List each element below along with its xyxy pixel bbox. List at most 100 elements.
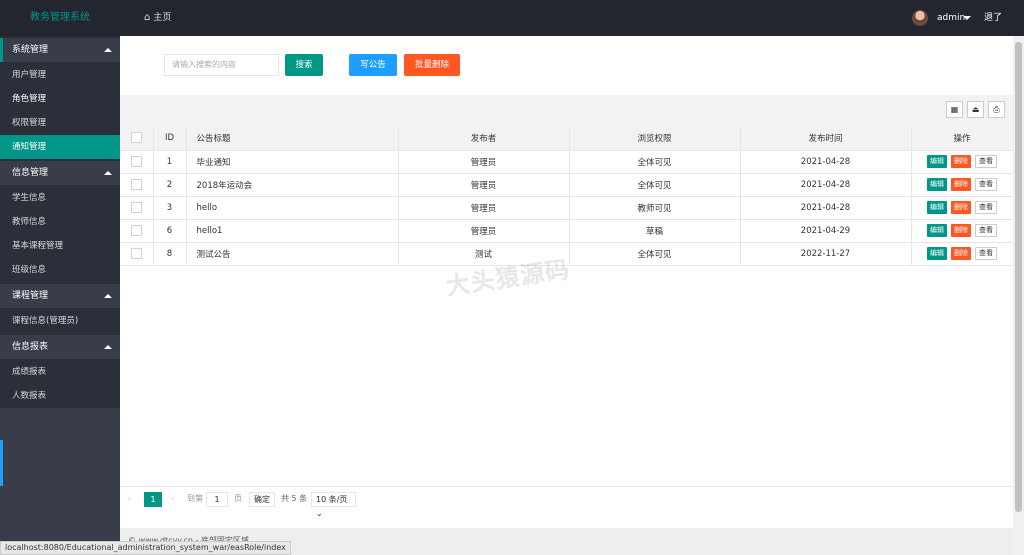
- row-checkbox[interactable]: [130, 248, 142, 259]
- sidebar-group-reports[interactable]: 信息报表: [0, 335, 120, 359]
- table-row[interactable]: 6 hello1 管理员 草稿 2021-04-29 编辑 删除 查看: [120, 219, 1014, 243]
- cell-time: 2021-04-28: [740, 173, 912, 197]
- cell-actions: 编辑 删除 查看: [911, 150, 1014, 174]
- cell-publisher: 管理员: [398, 150, 570, 174]
- app-title[interactable]: 教务管理系统: [0, 0, 120, 36]
- sidebar-item-student-info[interactable]: 学生信息: [0, 186, 120, 210]
- edit-button[interactable]: 编辑: [927, 155, 947, 168]
- chevron-up-icon: [104, 345, 112, 349]
- cell-permission: 草稿: [569, 219, 741, 243]
- cell-permission: 全体可见: [569, 150, 741, 174]
- cell-title: 毕业通知: [186, 150, 399, 174]
- main-content: 请输入搜索的内容 搜索 写公告 批量删除 ▦ ⏏ ⎙ ID 公告标题 发布者 浏…: [120, 36, 1014, 546]
- view-button[interactable]: 查看: [975, 201, 997, 214]
- cell-permission: 教师可见: [569, 196, 741, 220]
- sidebar-item-course-basic[interactable]: 基本课程管理: [0, 234, 120, 258]
- chevron-left-icon[interactable]: ‹: [128, 492, 131, 506]
- view-button[interactable]: 查看: [975, 178, 997, 191]
- home-label: 主页: [153, 13, 172, 23]
- column-header[interactable]: 公告标题: [186, 126, 399, 151]
- edit-button[interactable]: 编辑: [927, 247, 947, 260]
- edit-button[interactable]: 编辑: [927, 178, 947, 191]
- columns-icon[interactable]: ▦: [946, 101, 963, 118]
- row-checkbox[interactable]: [130, 202, 142, 213]
- sidebar-group-info[interactable]: 信息管理: [0, 161, 120, 185]
- search-input[interactable]: 请输入搜索的内容: [164, 54, 279, 76]
- sidebar-group-system[interactable]: 系统管理: [0, 38, 120, 62]
- cell-id: 1: [153, 150, 187, 174]
- cell-time: 2022-11-27: [740, 242, 912, 266]
- sidebar-group-label: 系统管理: [12, 45, 49, 55]
- column-header[interactable]: 发布时间: [740, 126, 912, 151]
- scrollbar[interactable]: [1013, 36, 1024, 555]
- goto-confirm-button[interactable]: 确定: [249, 492, 275, 507]
- row-checkbox[interactable]: [130, 225, 142, 236]
- column-header[interactable]: ID: [153, 126, 187, 151]
- cell-id: 2: [153, 173, 187, 197]
- browser-status-url: localhost:8080/Educational_administratio…: [0, 541, 291, 555]
- edit-button[interactable]: 编辑: [927, 201, 947, 214]
- home-link[interactable]: ⌂ 主页: [144, 0, 171, 36]
- table-header-row: ID 公告标题 发布者 浏览权限 发布时间 操作: [120, 126, 1014, 151]
- delete-button[interactable]: 删除: [951, 247, 971, 260]
- row-checkbox[interactable]: [130, 179, 142, 190]
- view-button[interactable]: 查看: [975, 247, 997, 260]
- row-checkbox[interactable]: [130, 156, 142, 167]
- column-header[interactable]: 浏览权限: [569, 126, 741, 151]
- table-row[interactable]: 3 hello 管理员 教师可见 2021-04-28 编辑 删除 查看: [120, 196, 1014, 220]
- cell-publisher: 管理员: [398, 196, 570, 220]
- sidebar-item-user-mgmt[interactable]: 用户管理: [0, 63, 120, 87]
- chevron-up-icon: [104, 171, 112, 175]
- chevron-down-icon[interactable]: [963, 16, 971, 20]
- goto-page-input[interactable]: 1: [206, 492, 228, 507]
- cell-permission: 全体可见: [569, 173, 741, 197]
- page-current[interactable]: 1: [144, 492, 162, 507]
- search-button[interactable]: 搜索: [285, 54, 323, 76]
- cell-time: 2021-04-29: [740, 219, 912, 243]
- cell-time: 2021-04-28: [740, 150, 912, 174]
- select-all-cell[interactable]: [120, 126, 154, 151]
- batch-delete-button[interactable]: 批量删除: [404, 54, 460, 76]
- view-button[interactable]: 查看: [975, 224, 997, 237]
- sidebar-item-class-info[interactable]: 班级信息: [0, 258, 120, 282]
- sidebar-item-count-report[interactable]: 人数报表: [0, 384, 120, 408]
- select-all-checkbox[interactable]: [130, 132, 142, 144]
- write-notice-button[interactable]: 写公告: [349, 54, 397, 76]
- sidebar-item-role-mgmt[interactable]: 角色管理: [0, 87, 120, 111]
- chevron-right-icon[interactable]: ›: [171, 492, 174, 506]
- sidebar-item-notice-mgmt[interactable]: 通知管理: [0, 135, 120, 159]
- page-size-select[interactable]: 10 条/页 ⌄: [311, 492, 356, 518]
- delete-button[interactable]: 删除: [951, 201, 971, 214]
- cell-actions: 编辑 删除 查看: [911, 173, 1014, 197]
- avatar[interactable]: [912, 10, 928, 26]
- home-icon: ⌂: [144, 12, 151, 23]
- edit-button[interactable]: 编辑: [927, 224, 947, 237]
- page-unit-label: 页: [234, 494, 242, 503]
- view-button[interactable]: 查看: [975, 155, 997, 168]
- delete-button[interactable]: 删除: [951, 224, 971, 237]
- sidebar-item-permission-mgmt[interactable]: 权限管理: [0, 111, 120, 135]
- sidebar-item-teacher-info[interactable]: 教师信息: [0, 210, 120, 234]
- scrollbar-thumb[interactable]: [1015, 42, 1022, 512]
- cell-title: 2018年运动会: [186, 173, 399, 197]
- column-header[interactable]: 发布者: [398, 126, 570, 151]
- table-row[interactable]: 1 毕业通知 管理员 全体可见 2021-04-28 编辑 删除 查看: [120, 150, 1014, 174]
- cell-id: 3: [153, 196, 187, 220]
- total-count: 共 5 条: [281, 494, 308, 503]
- delete-button[interactable]: 删除: [951, 178, 971, 191]
- sidebar-group-course[interactable]: 课程管理: [0, 284, 120, 308]
- pagination: ‹ 1 › 到第 1 页 确定 共 5 条 10 条/页 ⌄: [120, 486, 1013, 518]
- sidebar-accent-mark: [0, 440, 3, 486]
- print-icon[interactable]: ⎙: [988, 101, 1005, 118]
- sidebar-item-score-report[interactable]: 成绩报表: [0, 360, 120, 384]
- cell-publisher: 管理员: [398, 173, 570, 197]
- cell-publisher: 管理员: [398, 219, 570, 243]
- logout-link[interactable]: 退了: [984, 0, 1002, 36]
- sidebar-item-course-info-admin[interactable]: 课程信息(管理员): [0, 309, 120, 333]
- export-icon[interactable]: ⏏: [967, 101, 984, 118]
- table-row[interactable]: 2 2018年运动会 管理员 全体可见 2021-04-28 编辑 删除 查看: [120, 173, 1014, 197]
- sidebar-filler: [0, 408, 120, 555]
- delete-button[interactable]: 删除: [951, 155, 971, 168]
- cell-actions: 编辑 删除 查看: [911, 219, 1014, 243]
- username[interactable]: admin: [937, 0, 965, 36]
